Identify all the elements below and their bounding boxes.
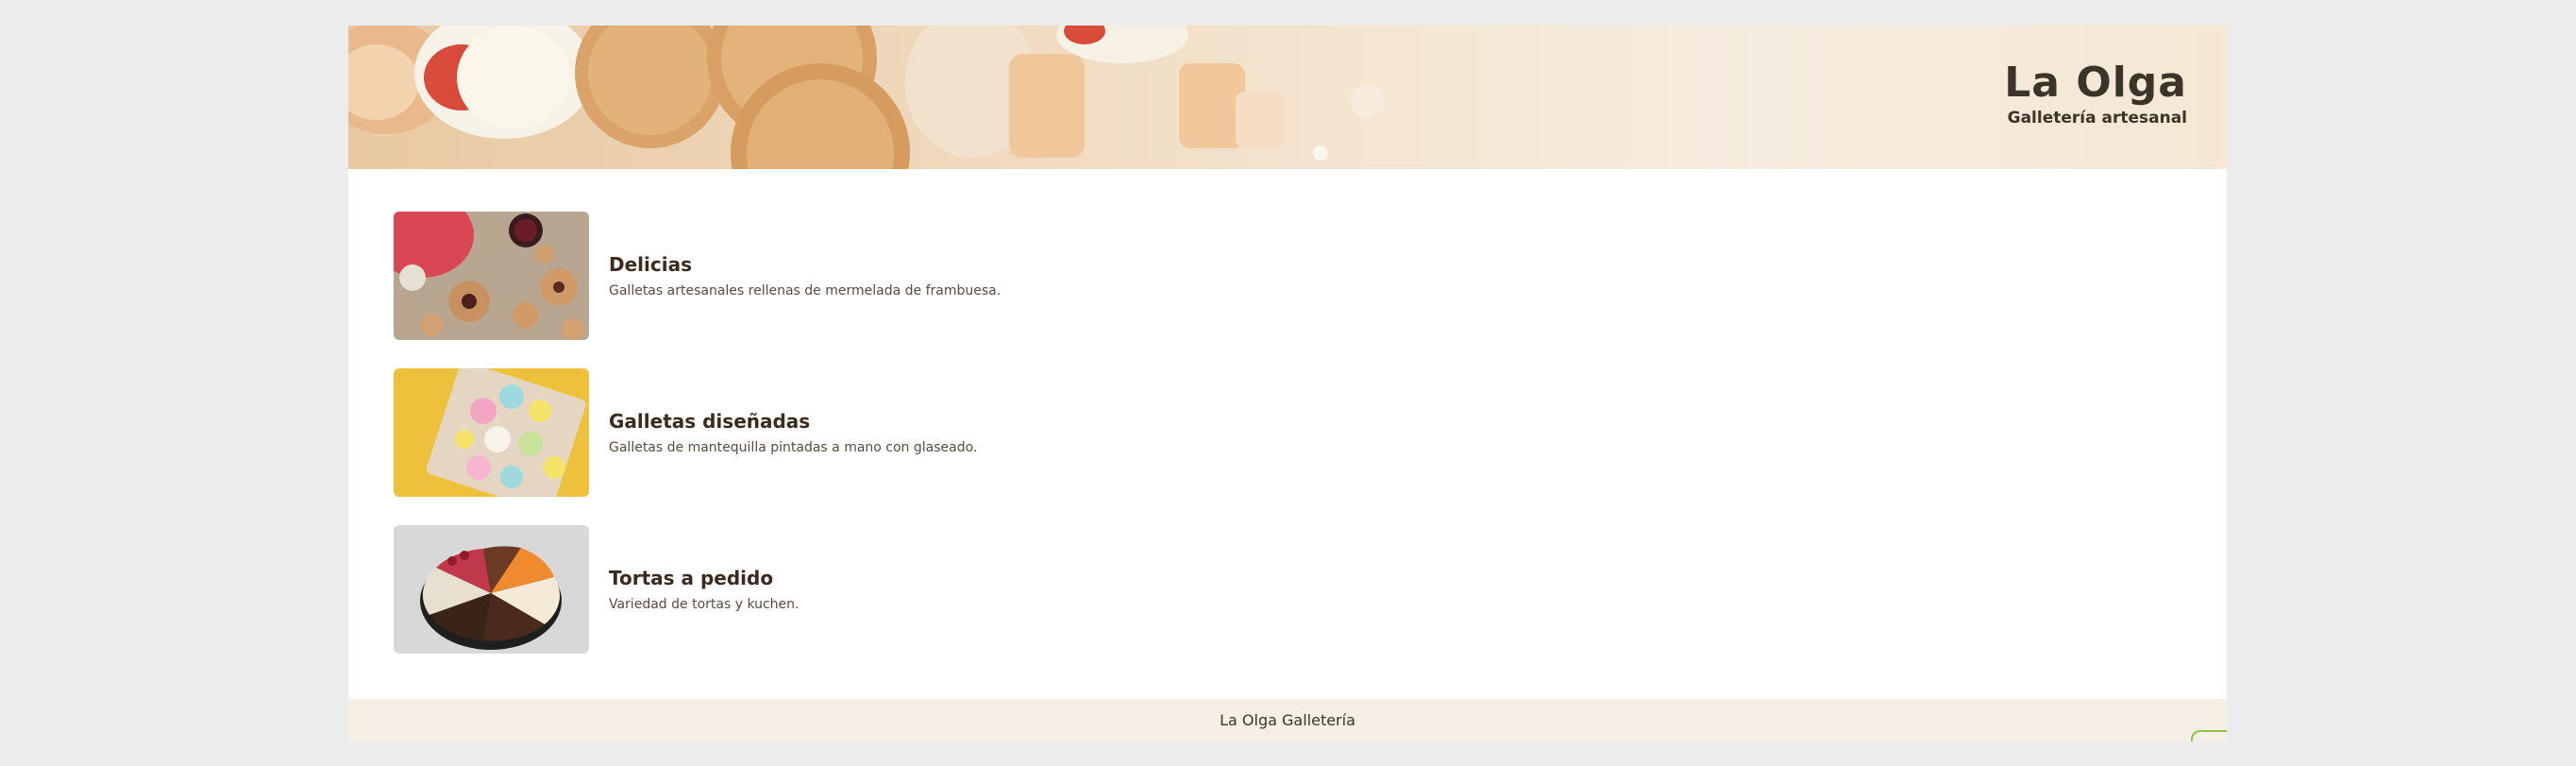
product-info: Galletas diseñadas Galletas de mantequil… [609,410,977,457]
brand-name[interactable]: La Olga [2004,60,2187,107]
linzer-cookies-photo[interactable] [394,212,589,340]
product-item-delicias[interactable]: Delicias Galletas artesanales rellenas d… [394,212,1243,340]
product-title[interactable]: Delicias [609,253,1001,276]
product-item-galletas-disenadas[interactable]: Galletas diseñadas Galletas de mantequil… [394,368,1243,497]
product-title[interactable]: Galletas diseñadas [609,410,977,433]
product-info: Delicias Galletas artesanales rellenas d… [609,253,1001,300]
brand-tagline: Galletería artesanal [2007,109,2187,128]
site-footer: La Olga Galletería [348,699,2227,741]
header-banner: La Olga Galletería artesanal [348,26,2227,169]
footer-text: La Olga Galletería [1220,711,1355,729]
decorated-cookies-photo[interactable] [394,368,589,497]
page-container: La Olga Galletería artesanal Delicias Ga… [348,26,2227,741]
product-description: Galletas de mantequilla pintadas a mano … [609,440,978,455]
brand-block: La Olga Galletería artesanal [2004,60,2187,128]
product-title[interactable]: Tortas a pedido [609,567,800,589]
product-description: Galletas artesanales rellenas de mermela… [609,283,1002,298]
corner-accent-icon [2191,730,2227,741]
cake-slices-photo[interactable] [394,525,589,654]
product-item-tortas-a-pedido[interactable]: Tortas a pedido Variedad de tortas y kuc… [394,525,1243,654]
product-info: Tortas a pedido Variedad de tortas y kuc… [609,567,800,614]
banner-photo [348,26,1385,169]
product-description: Variedad de tortas y kuchen. [609,597,800,612]
